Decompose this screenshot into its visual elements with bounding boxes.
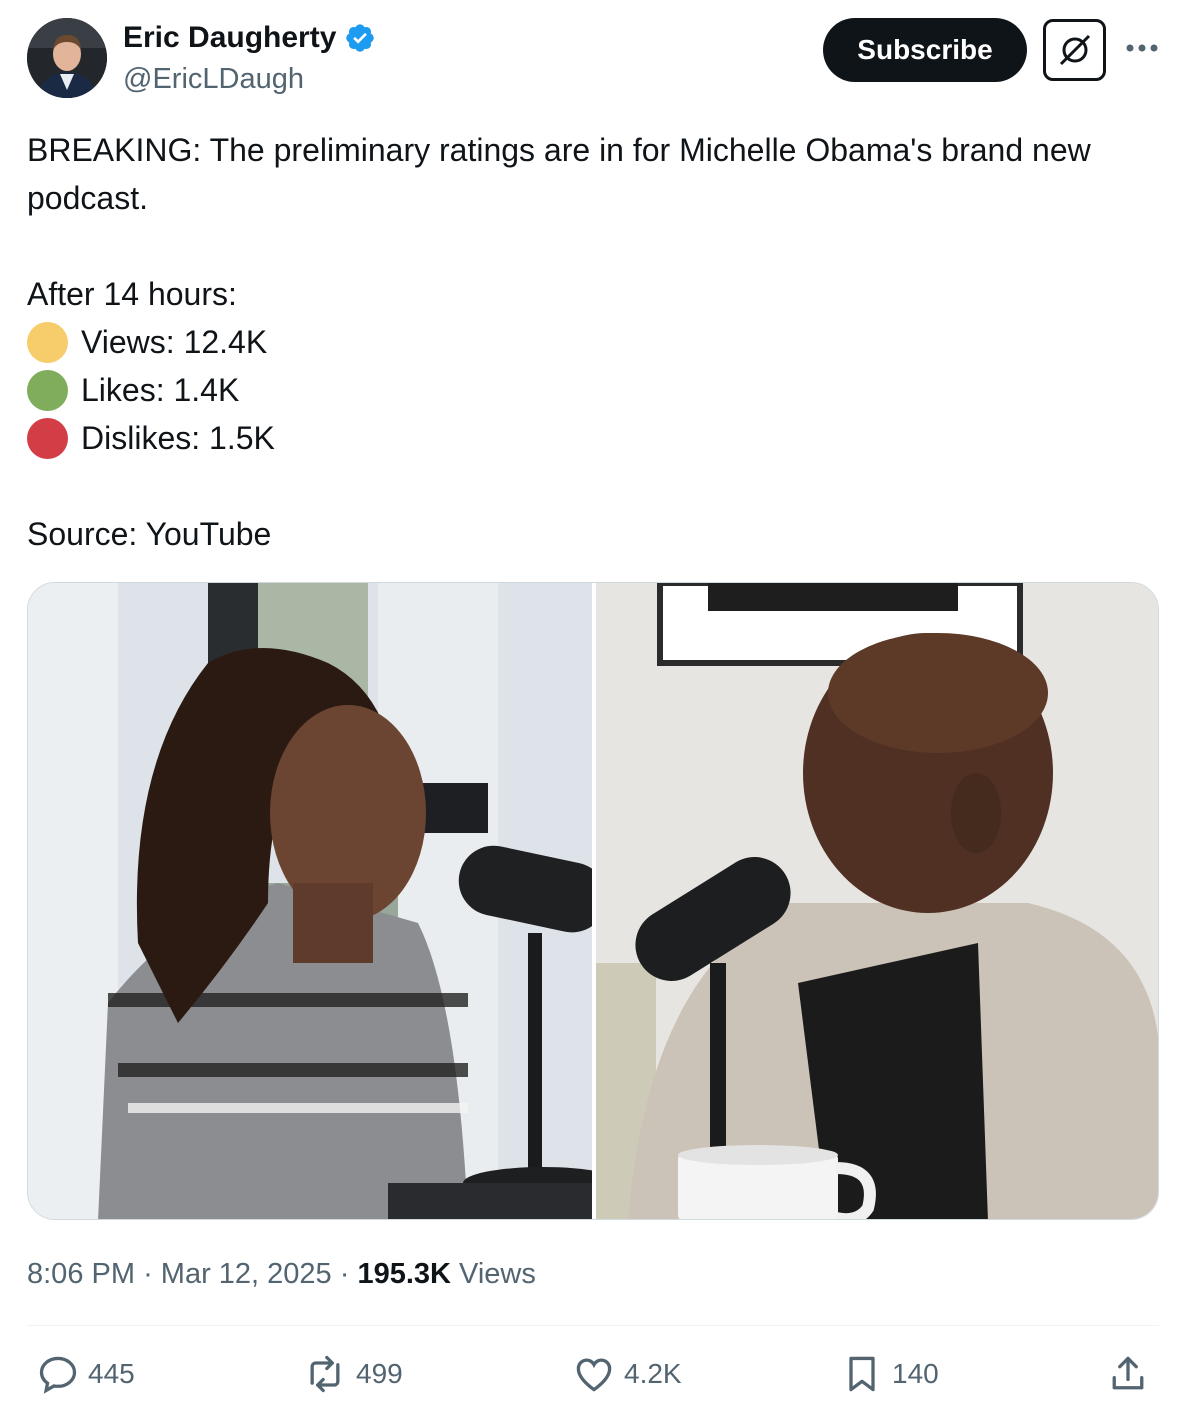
- grok-icon[interactable]: [1043, 19, 1106, 81]
- views-label: Views: [459, 1258, 536, 1290]
- views-count: 195.3K: [357, 1258, 451, 1290]
- stat-views-label: Views: 12.4K: [81, 324, 268, 360]
- post-source: Source: YouTube: [27, 516, 272, 552]
- green-circle-icon: [27, 369, 68, 411]
- author-name-text[interactable]: Eric Daugherty: [123, 20, 336, 56]
- media-image-right: [596, 583, 1158, 1219]
- stat-dislikes: Dislikes: 1.5K: [27, 414, 275, 462]
- post-time[interactable]: 8:06 PM: [27, 1258, 135, 1290]
- author-avatar[interactable]: [27, 18, 107, 98]
- verified-badge-icon[interactable]: [344, 22, 376, 54]
- meta-separator: ·: [339, 1258, 358, 1290]
- reply-button[interactable]: 445: [36, 1350, 135, 1398]
- author-handle[interactable]: @EricLDaugh: [123, 61, 304, 97]
- post-media[interactable]: [27, 582, 1159, 1220]
- stat-dislikes-label: Dislikes: 1.5K: [81, 420, 275, 456]
- repost-button[interactable]: 499: [302, 1350, 403, 1398]
- like-count: 4.2K: [624, 1358, 682, 1389]
- stat-likes: Likes: 1.4K: [27, 366, 239, 414]
- author-display-name[interactable]: Eric Daugherty: [123, 20, 376, 56]
- post-date[interactable]: Mar 12, 2025: [161, 1258, 332, 1290]
- like-button[interactable]: 4.2K: [572, 1350, 682, 1398]
- reply-icon: [39, 1356, 77, 1394]
- reply-count: 445: [88, 1358, 135, 1389]
- post-meta: 8:06 PM · Mar 12, 2025 · 195.3K Views: [27, 1254, 536, 1294]
- bookmark-icon: [849, 1356, 875, 1392]
- repost-count: 499: [356, 1358, 403, 1389]
- action-divider: [27, 1325, 1159, 1326]
- share-icon: [1112, 1356, 1144, 1390]
- meta-separator: ·: [143, 1258, 161, 1290]
- stat-likes-label: Likes: 1.4K: [81, 372, 240, 408]
- subscribe-button[interactable]: Subscribe: [823, 18, 1027, 82]
- stat-views: Views: 12.4K: [27, 318, 267, 366]
- bookmark-count: 140: [892, 1358, 939, 1389]
- more-icon[interactable]: [1122, 28, 1162, 68]
- like-icon: [576, 1358, 612, 1392]
- bookmark-button[interactable]: 140: [840, 1350, 939, 1398]
- repost-icon: [310, 1355, 340, 1393]
- red-circle-icon: [27, 417, 68, 459]
- share-button[interactable]: [1106, 1350, 1158, 1398]
- post-text-after: After 14 hours:: [27, 276, 237, 312]
- yellow-circle-icon: [27, 321, 68, 363]
- post-text-headline: BREAKING: The preliminary ratings are in…: [27, 132, 1091, 216]
- media-image-left: [28, 583, 623, 1219]
